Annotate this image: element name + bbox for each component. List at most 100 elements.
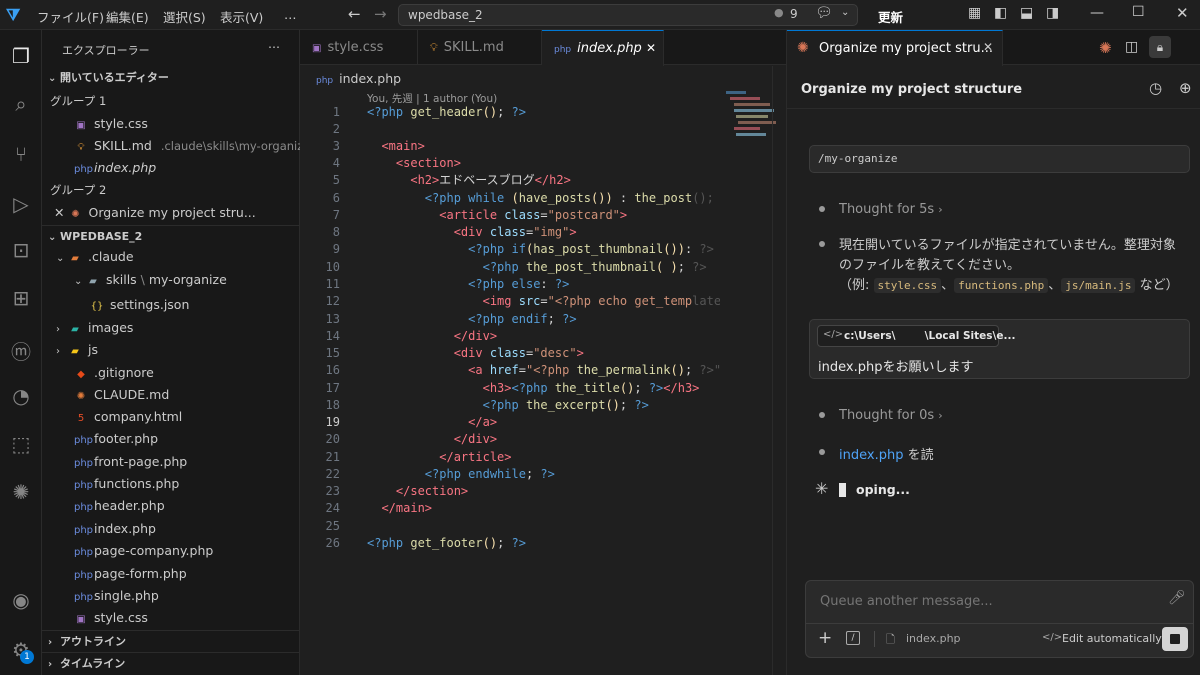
tab-style-css[interactable]: ▣ style.css	[300, 30, 418, 65]
menu-more[interactable]: …	[284, 7, 297, 22]
message-input[interactable]	[806, 587, 1156, 615]
microphone-icon[interactable]: 🎤︎	[1168, 590, 1186, 606]
update-button[interactable]: 更新	[878, 7, 903, 26]
maximize-icon[interactable]: ☐	[1132, 4, 1145, 20]
explorer-icon[interactable]: ❐	[6, 41, 36, 71]
php-file-icon: php	[74, 502, 94, 513]
chevron-right-icon: ›	[938, 409, 943, 422]
file-functions-php[interactable]: phpfunctions.php	[42, 473, 300, 495]
folder-skills[interactable]: ⌄ ▰ skills \ my-organize	[42, 269, 300, 291]
thought-toggle[interactable]: Thought for 5s ›	[839, 202, 943, 217]
tab-claude-chat[interactable]: ✺ Organize my project stru... ✕	[787, 30, 1003, 66]
close-icon[interactable]: ✕	[646, 31, 656, 66]
file-name: front-page.php	[94, 454, 188, 469]
file-name: header.php	[94, 498, 165, 513]
file-front-page-php[interactable]: phpfront-page.php	[42, 451, 300, 473]
command-center-search[interactable]: wpedbase_2 ● 9 💬︎ ⌄	[398, 4, 858, 26]
folder-icon: ▰	[71, 346, 79, 357]
lightbulb-icon: 💡︎	[430, 41, 438, 54]
project-header[interactable]: ⌄ WPEDBASE_2	[42, 225, 300, 247]
open-editor-index-php[interactable]: phpindex.php	[42, 157, 300, 179]
breadcrumb[interactable]: php index.php	[316, 71, 401, 86]
new-chat-icon[interactable]: ⊕	[1179, 79, 1192, 97]
minimap[interactable]	[726, 88, 776, 168]
close-window-icon[interactable]: ✕	[1176, 4, 1189, 22]
tab-index-php[interactable]: php index.php ✕	[542, 30, 664, 66]
file-name: Organize my project stru...	[88, 205, 256, 220]
folder-name: .claude	[88, 249, 134, 264]
bullet	[819, 206, 825, 212]
menu-edit[interactable]: 編集(E)	[106, 7, 149, 26]
layout-customize-icon[interactable]: ▦	[968, 5, 981, 21]
split-editor-icon[interactable]: ◫	[1125, 39, 1138, 55]
file-settings-json[interactable]: {} settings.json	[42, 294, 300, 316]
containers-icon[interactable]: ⬚	[6, 429, 36, 459]
file-gitignore[interactable]: ◆ .gitignore	[42, 362, 300, 384]
close-icon[interactable]: ✕	[983, 40, 993, 54]
outline-header[interactable]: › アウトライン	[42, 630, 300, 652]
sidebar-title: エクスプローラー	[62, 44, 150, 57]
add-icon[interactable]: +	[818, 628, 832, 648]
group-1-label: グループ 1	[50, 94, 107, 108]
run-debug-icon[interactable]: ▷	[6, 189, 36, 219]
tab-skill-md[interactable]: 💡︎ SKILL.md	[418, 30, 542, 65]
timeline-header[interactable]: › タイムライン	[42, 652, 300, 674]
minimize-icon[interactable]: —	[1090, 5, 1104, 21]
extensions-icon[interactable]: ⊞	[6, 283, 36, 313]
remote-explorer-icon[interactable]: ⊡	[6, 235, 36, 265]
file-link[interactable]: index.php	[839, 448, 903, 463]
thought-toggle[interactable]: Thought for 0s ›	[839, 408, 943, 423]
menu-view[interactable]: 表示(V)	[220, 7, 263, 26]
php-file-icon: php	[316, 76, 334, 86]
slash-command-icon[interactable]: /	[846, 631, 860, 645]
code-pill: js/main.js	[1061, 278, 1136, 293]
back-arrow-icon[interactable]: ←	[348, 5, 361, 23]
claude-icon[interactable]: ✺	[1099, 39, 1112, 57]
file-header-php[interactable]: phpheader.php	[42, 495, 300, 517]
forward-arrow-icon[interactable]: →	[374, 5, 387, 23]
file-company-html[interactable]: 5 company.html	[42, 406, 300, 428]
timeline-icon[interactable]: ◔	[6, 381, 36, 411]
file-page-company-php[interactable]: phppage-company.php	[42, 540, 300, 562]
claude-icon[interactable]: ✺	[6, 477, 36, 507]
file-page-form-php[interactable]: phppage-form.php	[42, 563, 300, 585]
account-icon[interactable]: ◉	[6, 585, 36, 615]
lock-icon[interactable]: 🔒︎	[1149, 36, 1171, 58]
file-name: company.html	[94, 409, 183, 424]
chat-bubble-icon[interactable]: 💬︎	[815, 5, 833, 21]
history-icon[interactable]: ◷	[1149, 79, 1162, 97]
title-bar: ⧩ ファイル(F) 編集(E) 選択(S) 表示(V) … ← → wpedba…	[0, 0, 1200, 30]
close-icon[interactable]: ✕	[54, 205, 64, 220]
menu-selection[interactable]: 選択(S)	[163, 7, 206, 26]
toggle-panel-icon[interactable]: ⬓	[1020, 5, 1033, 21]
code-line: 17 <h3><?php the_title(); ?></h3>	[325, 381, 700, 395]
more-actions-icon[interactable]: ⋯	[268, 40, 280, 54]
file-claude-md[interactable]: ✺ CLAUDE.md	[42, 384, 300, 406]
folder-images[interactable]: › ▰ images	[42, 317, 300, 339]
open-editor-claude-chat[interactable]: ✕ ✺ Organize my project stru...	[42, 202, 300, 224]
open-editor-style-css[interactable]: ▣ style.css	[42, 113, 300, 135]
folder-js[interactable]: › ▰ js	[42, 339, 300, 361]
file-index-php[interactable]: phpindex.php	[42, 518, 300, 540]
toggle-secondary-sidebar-icon[interactable]: ◨	[1046, 5, 1059, 21]
open-editor-skill-md[interactable]: 💡︎ SKILL.md .claude\skills\my-organize	[42, 135, 301, 157]
chevron-down-icon[interactable]: ⌄	[841, 7, 849, 18]
source-control-icon[interactable]: ⑂	[6, 139, 36, 169]
search-icon[interactable]: ⌕	[6, 89, 36, 119]
code-line: 5 <h2>エドベースブログ</h2>	[332, 173, 571, 187]
file-style-css[interactable]: ▣ style.css	[42, 607, 300, 629]
edit-mode-toggle[interactable]: Edit automatically	[1062, 632, 1162, 645]
menu-file[interactable]: ファイル(F)	[37, 7, 104, 26]
chevron-right-icon: ›	[48, 637, 53, 648]
stop-button[interactable]	[1162, 627, 1188, 651]
scrollbar-track[interactable]	[772, 66, 773, 675]
gitlens-icon[interactable]: ⓜ	[6, 335, 36, 365]
attachment-chip[interactable]: </> c:\Users\ \Local Sites\e...	[817, 325, 1015, 347]
file-single-php[interactable]: phpsingle.php	[42, 585, 300, 607]
toggle-sidebar-icon[interactable]: ◧	[994, 5, 1007, 21]
open-editors-header[interactable]: ⌄ 開いているエディター	[42, 67, 300, 89]
context-file[interactable]: index.php	[906, 632, 961, 645]
folder-claude[interactable]: ⌄ ▰ .claude	[42, 246, 300, 268]
file-footer-php[interactable]: phpfooter.php	[42, 428, 300, 450]
chevron-right-icon: ›	[48, 659, 53, 670]
